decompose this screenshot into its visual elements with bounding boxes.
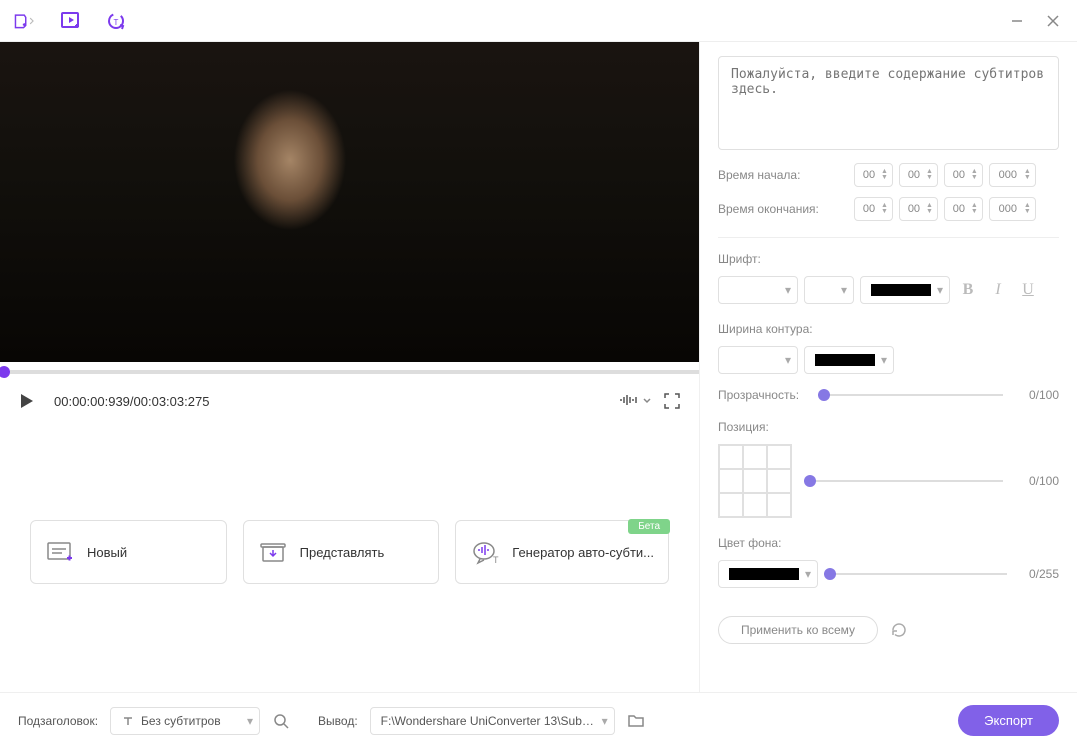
opacity-slider[interactable] [818, 394, 1003, 396]
start-hours[interactable]: ▲▼ [854, 163, 893, 187]
output-label: Вывод: [318, 714, 358, 728]
auto-label: Генератор авто-субти... [512, 545, 654, 560]
end-ms[interactable]: ▲▼ [989, 197, 1036, 221]
import-file-icon[interactable] [14, 10, 36, 32]
position-slider[interactable] [804, 480, 1003, 482]
start-seconds[interactable]: ▲▼ [944, 163, 983, 187]
outline-color-dropdown[interactable]: ▾ [804, 346, 894, 374]
svg-text:T: T [114, 18, 119, 27]
search-icon[interactable] [272, 712, 290, 730]
export-button[interactable]: Экспорт [958, 705, 1059, 736]
folder-icon[interactable] [627, 713, 645, 729]
subtitle-textarea[interactable] [718, 56, 1059, 150]
font-size-dropdown[interactable]: ▾ [804, 276, 854, 304]
bgcolor-label: Цвет фона: [718, 536, 1059, 550]
add-media-icon[interactable] [60, 10, 82, 32]
apply-all-button[interactable]: Применить ко всему [718, 616, 878, 644]
play-button[interactable] [18, 392, 36, 410]
bold-button[interactable]: B [956, 278, 980, 302]
outline-width-dropdown[interactable]: ▾ [718, 346, 798, 374]
bgcolor-dropdown[interactable]: ▾ [718, 560, 818, 588]
font-label: Шрифт: [718, 252, 1059, 266]
position-grid[interactable] [718, 444, 792, 518]
start-ms[interactable]: ▲▼ [989, 163, 1036, 187]
new-subtitle-button[interactable]: Новый [30, 520, 227, 584]
waveform-button[interactable] [619, 393, 651, 409]
start-minutes[interactable]: ▲▼ [899, 163, 938, 187]
seek-bar[interactable] [0, 362, 699, 382]
subtitle-footer-label: Подзаголовок: [18, 714, 98, 728]
bgcolor-slider[interactable] [824, 573, 1007, 575]
end-seconds[interactable]: ▲▼ [944, 197, 983, 221]
start-time-label: Время начала: [718, 168, 846, 182]
end-time-label: Время окончания: [718, 202, 846, 216]
minimize-button[interactable] [1007, 11, 1027, 31]
outline-label: Ширина контура: [718, 322, 1059, 336]
subtitle-select-dropdown[interactable]: Без субтитров ▾ [110, 707, 260, 735]
properties-panel: Время начала: ▲▼ ▲▼ ▲▼ ▲▼ Время окончани… [699, 42, 1077, 692]
italic-button[interactable]: I [986, 278, 1010, 302]
video-preview[interactable] [0, 42, 699, 362]
position-label: Позиция: [718, 420, 1059, 434]
end-hours[interactable]: ▲▼ [854, 197, 893, 221]
font-color-dropdown[interactable]: ▾ [860, 276, 950, 304]
close-button[interactable] [1043, 11, 1063, 31]
opacity-label: Прозрачность: [718, 388, 808, 402]
toolbar: T [0, 0, 1077, 42]
import-label: Представлять [300, 545, 385, 560]
end-minutes[interactable]: ▲▼ [899, 197, 938, 221]
import-subtitle-button[interactable]: Представлять [243, 520, 440, 584]
font-family-dropdown[interactable]: ▾ [718, 276, 798, 304]
beta-badge: Бета [628, 519, 670, 534]
output-path-dropdown[interactable]: F:\Wondershare UniConverter 13\SubEdi...… [370, 707, 615, 735]
svg-text:T: T [493, 555, 499, 565]
auto-subtitle-button[interactable]: Бета T Генератор авто-субти... [455, 520, 669, 584]
time-display: 00:00:00:939/00:03:03:275 [54, 394, 209, 409]
refresh-icon[interactable]: T [106, 10, 128, 32]
reset-icon[interactable] [890, 621, 908, 639]
new-label: Новый [87, 545, 127, 560]
fullscreen-button[interactable] [663, 392, 681, 410]
text-icon [121, 714, 135, 728]
underline-button[interactable]: U [1016, 278, 1040, 302]
